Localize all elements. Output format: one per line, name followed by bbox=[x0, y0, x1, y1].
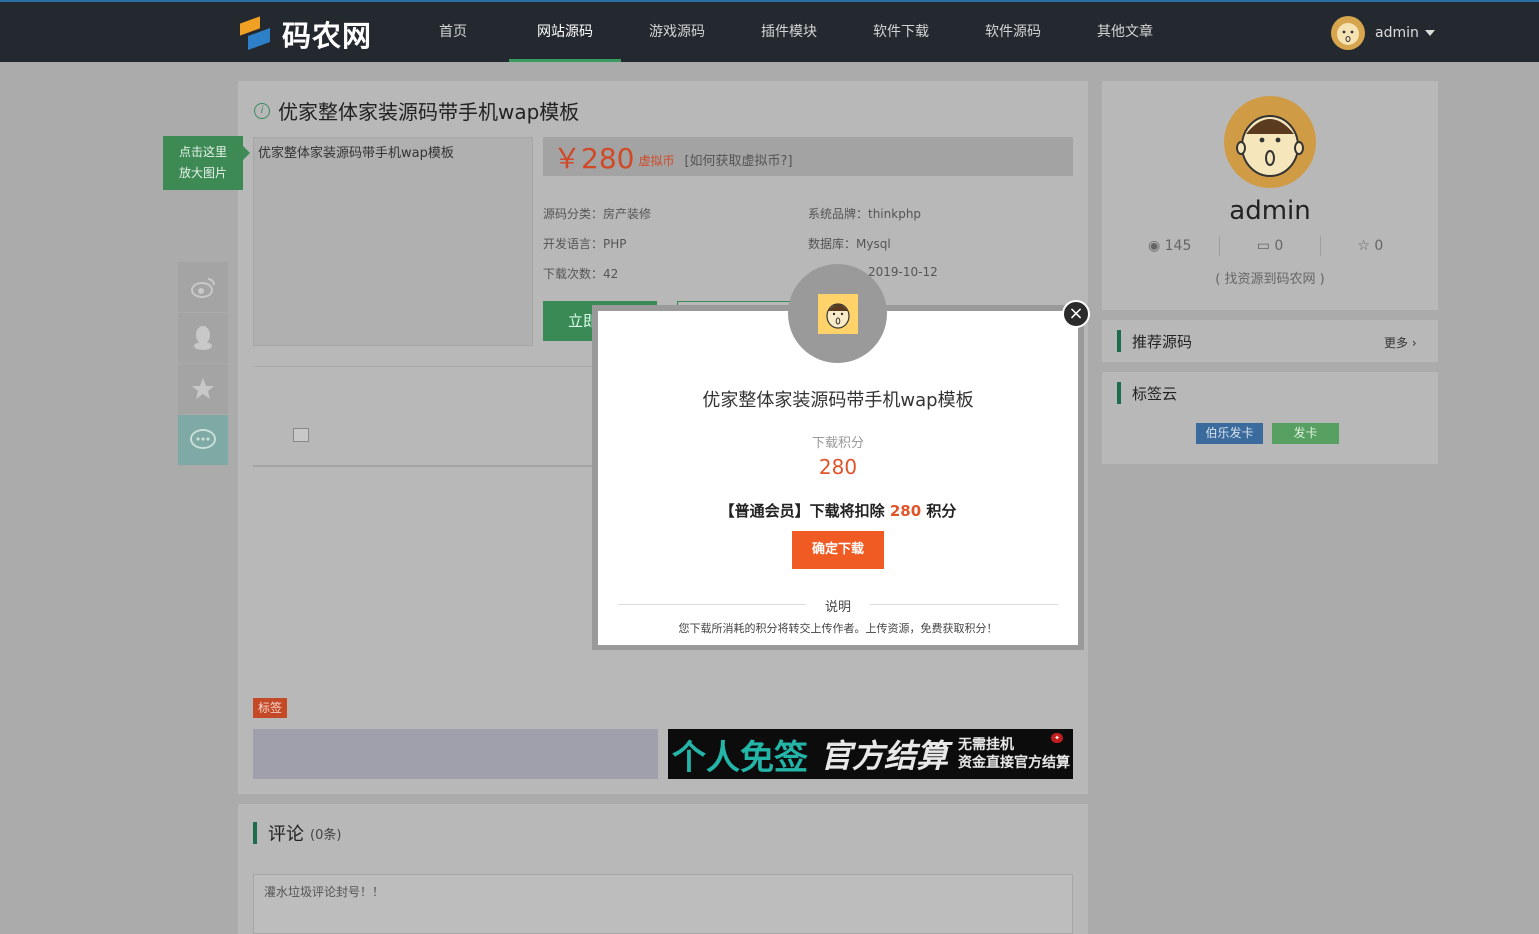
ad-banner-left[interactable] bbox=[253, 729, 658, 779]
howto-link[interactable]: [如何获取虚拟币?] bbox=[684, 150, 792, 169]
nav-website-source[interactable]: 网站源码 bbox=[509, 2, 621, 62]
price: ￥280 bbox=[553, 141, 635, 175]
more-link[interactable]: 更多 › bbox=[1384, 334, 1417, 351]
chevron-down-icon bbox=[1424, 30, 1435, 36]
stat-views: ◉ 145 bbox=[1120, 236, 1221, 256]
meta-downloads: 下载次数：42 bbox=[543, 267, 619, 281]
tag-badge: 标签 bbox=[253, 698, 288, 718]
avatar bbox=[1331, 16, 1365, 50]
logo-text: 码农网 bbox=[282, 19, 373, 53]
explain-text: 您下载所消耗的积分将转交上传作者。上传资源，免费获取积分！ bbox=[678, 622, 998, 635]
meta-database: 数据库：Mysql bbox=[808, 237, 891, 251]
site-logo[interactable]: 码农网 bbox=[238, 16, 373, 53]
meta-category: 源码分类：房产装修 bbox=[543, 207, 652, 221]
zoom-tip-line1: 点击这里 bbox=[178, 145, 227, 159]
zoom-image-tip[interactable]: 点击这里 放大图片 bbox=[163, 136, 250, 190]
currency-label: 虚拟币 bbox=[638, 154, 675, 168]
content-divider bbox=[253, 465, 598, 467]
chevron-right-icon: › bbox=[1411, 336, 1417, 350]
price-bar: ￥280 虚拟币 [如何获取虚拟币?] bbox=[543, 137, 1073, 176]
more-text: 更多 bbox=[1384, 336, 1409, 350]
ad-subtext-2: 资金直接官方结算 bbox=[958, 755, 1071, 771]
comments-stat-count: 0 bbox=[1274, 238, 1284, 254]
separator-right bbox=[870, 604, 1058, 605]
author-stats: ◉ 145 ▭ 0 ☆ 0 bbox=[1120, 236, 1420, 256]
comments-header: 评论 (0条) bbox=[253, 820, 341, 846]
qzone-share-icon[interactable] bbox=[178, 364, 228, 414]
tag-bole[interactable]: 伯乐发卡 bbox=[1196, 423, 1263, 444]
logo-icon bbox=[238, 16, 274, 52]
image-alt-text: 优家整体家装源码带手机wap模板 bbox=[258, 146, 454, 161]
stat-favorites: ☆ 0 bbox=[1321, 236, 1420, 256]
zoom-tip-line2: 放大图片 bbox=[178, 166, 227, 180]
section-bar bbox=[1117, 330, 1121, 352]
explain-title: 说明 bbox=[824, 600, 851, 615]
confirm-download-button[interactable]: 确定下载 bbox=[792, 531, 884, 569]
nav-plugins[interactable]: 插件模块 bbox=[733, 2, 845, 62]
eye-icon: ◉ bbox=[1147, 238, 1161, 254]
nav-game-source[interactable]: 游戏源码 bbox=[621, 2, 733, 62]
author-slogan: ( 找资源到码农网 ) bbox=[1215, 272, 1325, 287]
modal-title: 优家整体家装源码带手机wap模板 bbox=[702, 390, 974, 411]
main-nav: 首页 网站源码 游戏源码 插件模块 软件下载 软件源码 其他文章 bbox=[397, 2, 1181, 62]
points-value: 280 bbox=[818, 455, 858, 479]
nav-other-articles[interactable]: 其他文章 bbox=[1069, 2, 1181, 62]
qq-share-icon[interactable] bbox=[178, 313, 228, 363]
meta-brand: 系统品牌：thinkphp bbox=[808, 207, 922, 221]
notice-suffix: 积分 bbox=[926, 502, 957, 520]
tag-faka[interactable]: 发卡 bbox=[1272, 423, 1339, 444]
tagcloud-title: 标签云 bbox=[1132, 384, 1178, 403]
notice-points: 280 bbox=[889, 502, 922, 520]
comments-count: (0条) bbox=[310, 827, 342, 843]
recommend-title: 推荐源码 bbox=[1132, 332, 1193, 351]
weibo-share-icon[interactable] bbox=[178, 262, 228, 312]
stat-comments: ▭ 0 bbox=[1220, 236, 1321, 256]
favorites-count: 0 bbox=[1374, 238, 1384, 254]
points-label: 下载积分 bbox=[811, 436, 864, 451]
author-name: admin bbox=[1229, 196, 1311, 226]
comment-input[interactable]: 灌水垃圾评论封号！！ bbox=[253, 874, 1073, 934]
meta-date: 2019-10-12 bbox=[868, 265, 938, 279]
comments-title: 评论 bbox=[268, 824, 304, 845]
content-image bbox=[293, 428, 309, 442]
meta-language: 开发语言：PHP bbox=[543, 237, 627, 251]
ad-stamp: ✦ bbox=[1051, 733, 1063, 743]
separator-left bbox=[618, 604, 806, 605]
modal-logo bbox=[788, 264, 887, 363]
ad-banner-right[interactable]: 个人免签 官方结算 无需挂机 资金直接官方结算 ✦ bbox=[668, 729, 1073, 779]
close-icon[interactable]: × bbox=[1062, 300, 1090, 328]
info-icon: i bbox=[254, 102, 270, 119]
author-avatar[interactable] bbox=[1224, 96, 1316, 188]
nav-software-source[interactable]: 软件源码 bbox=[957, 2, 1069, 62]
product-title: 优家整体家装源码带手机wap模板 bbox=[278, 100, 580, 124]
user-menu[interactable]: admin bbox=[1331, 16, 1435, 50]
nav-home[interactable]: 首页 bbox=[397, 2, 509, 62]
share-bar bbox=[178, 262, 228, 466]
product-preview-image[interactable]: 优家整体家装源码带手机wap模板 bbox=[253, 137, 533, 346]
views-count: 145 bbox=[1164, 238, 1192, 254]
section-bar bbox=[253, 822, 257, 844]
ad-headline-1: 个人免签 bbox=[672, 737, 808, 778]
tagcloud-header: 标签云 bbox=[1117, 382, 1177, 404]
star-icon: ☆ bbox=[1357, 238, 1370, 254]
section-bar bbox=[1117, 382, 1121, 404]
wechat-share-icon[interactable] bbox=[178, 415, 228, 465]
page-title: i 优家整体家装源码带手机wap模板 bbox=[254, 96, 579, 125]
comment-icon: ▭ bbox=[1256, 238, 1270, 254]
notice-prefix: 【普通会员】下载将扣除 bbox=[719, 502, 885, 520]
mascot-icon bbox=[817, 293, 858, 334]
comment-placeholder: 灌水垃圾评论封号！！ bbox=[264, 885, 385, 899]
ad-headline-2: 官方结算 bbox=[820, 737, 949, 775]
top-navbar: 码农网 首页 网站源码 游戏源码 插件模块 软件下载 软件源码 其他文章 adm… bbox=[0, 0, 1539, 62]
deduction-notice: 【普通会员】下载将扣除 280 积分 bbox=[598, 500, 1078, 521]
user-name: admin bbox=[1375, 25, 1419, 41]
recommend-header: 推荐源码 bbox=[1117, 330, 1192, 352]
nav-software-download[interactable]: 软件下载 bbox=[845, 2, 957, 62]
